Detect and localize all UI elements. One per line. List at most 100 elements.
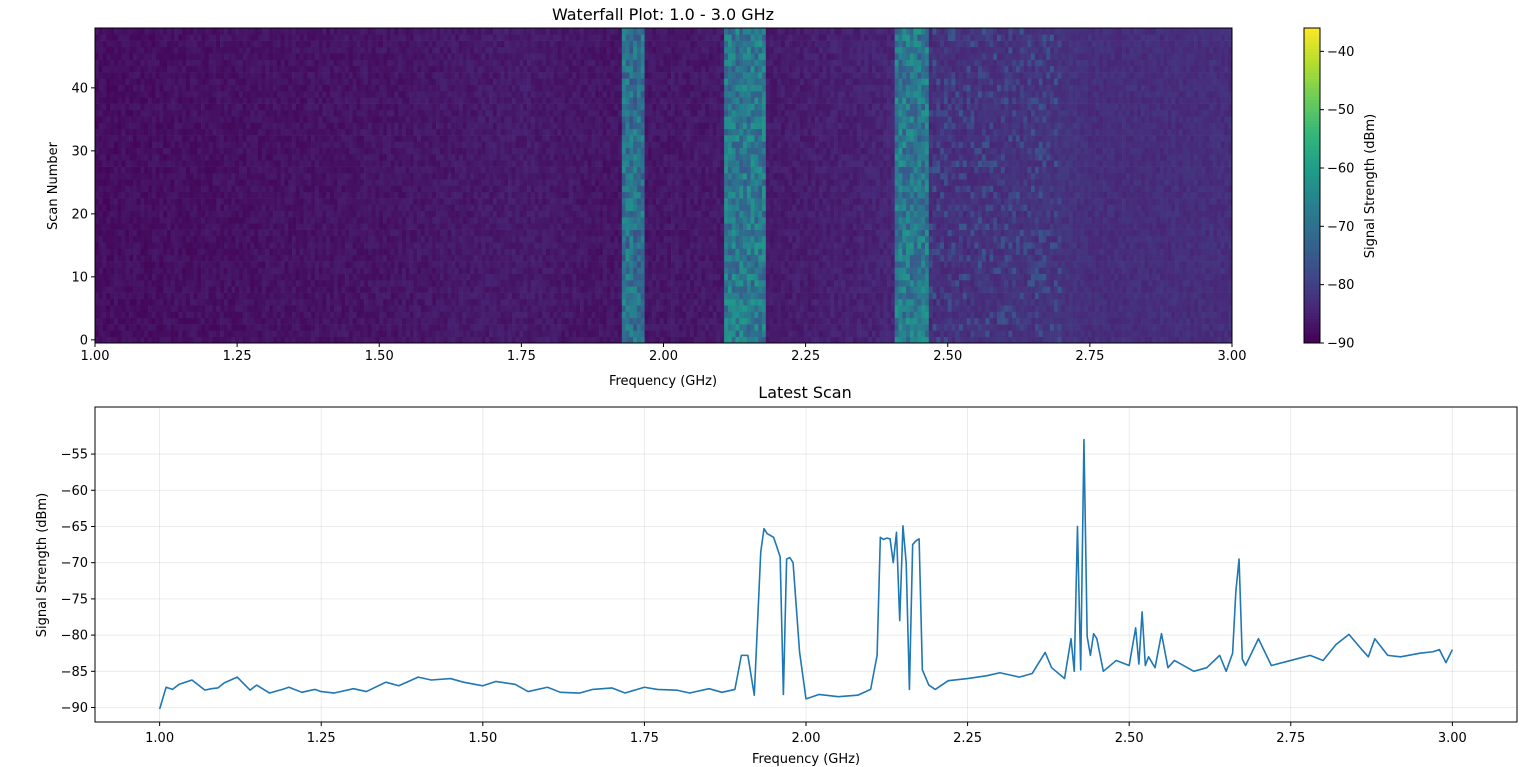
heatmap-cell: [212, 324, 216, 331]
heatmap-cell: [303, 280, 307, 287]
heatmap-cell: [868, 286, 872, 293]
heatmap-cell: [122, 255, 126, 262]
heatmap-cell: [368, 261, 372, 268]
heatmap-cell: [322, 299, 326, 306]
heatmap-cell: [512, 236, 516, 243]
heatmap-cell: [504, 255, 508, 262]
heatmap-cell: [1133, 280, 1137, 287]
heatmap-cell: [550, 293, 554, 300]
heatmap-cell: [1187, 318, 1191, 325]
heatmap-cell: [1149, 305, 1153, 312]
heatmap-cell: [701, 236, 705, 243]
heatmap-cell: [709, 249, 713, 256]
heatmap-cell: [591, 330, 595, 337]
heatmap-cell: [595, 318, 599, 325]
heatmap-cell: [747, 261, 751, 268]
heatmap-cell: [1190, 312, 1194, 319]
heatmap-cell: [682, 318, 686, 325]
heatmap-cell: [576, 324, 580, 331]
heatmap-cell: [955, 249, 959, 256]
heatmap-cell: [432, 255, 436, 262]
heatmap-cell: [129, 293, 133, 300]
heatmap-cell: [175, 255, 179, 262]
heatmap-cell: [1221, 249, 1225, 256]
heatmap-cell: [1024, 330, 1028, 337]
heatmap-cell: [512, 305, 516, 312]
heatmap-cell: [554, 242, 558, 249]
heatmap-cell: [394, 267, 398, 274]
heatmap-cell: [1190, 337, 1194, 344]
heatmap-cell: [519, 249, 523, 256]
heatmap-cell: [728, 324, 732, 331]
heatmap-cell: [470, 249, 474, 256]
heatmap-cell: [413, 255, 417, 262]
heatmap-cell: [857, 267, 861, 274]
heatmap-cell: [853, 337, 857, 344]
heatmap-cell: [205, 274, 209, 281]
heatmap-cell: [413, 337, 417, 344]
heatmap-cell: [921, 261, 925, 268]
heatmap-cell: [542, 267, 546, 274]
heatmap-cell: [300, 242, 304, 249]
heatmap-cell: [830, 242, 834, 249]
heatmap-cell: [815, 286, 819, 293]
heatmap-cell: [633, 261, 637, 268]
heatmap-cell: [1137, 255, 1141, 262]
heatmap-cell: [777, 286, 781, 293]
heatmap-cell: [1133, 242, 1137, 249]
heatmap-cell: [633, 274, 637, 281]
heatmap-cell: [171, 242, 175, 249]
heatmap-cell: [800, 249, 804, 256]
heatmap-cell: [925, 305, 929, 312]
heatmap-cell: [175, 312, 179, 319]
heatmap-cell: [1156, 267, 1160, 274]
heatmap-cell: [228, 261, 232, 268]
heatmap-cell: [125, 280, 129, 287]
heatmap-cell: [1133, 330, 1137, 337]
heatmap-cell: [595, 293, 599, 300]
heatmap-cell: [216, 280, 220, 287]
heatmap-cell: [986, 324, 990, 331]
heatmap-cell: [910, 267, 914, 274]
heatmap-cell: [175, 305, 179, 312]
heatmap-cell: [599, 305, 603, 312]
heatmap-cell: [322, 337, 326, 344]
heatmap-cell: [216, 318, 220, 325]
heatmap-cell: [209, 305, 213, 312]
heatmap-cell: [269, 312, 273, 319]
heatmap-cell: [671, 274, 675, 281]
heatmap-cell: [152, 261, 156, 268]
heatmap-cell: [330, 293, 334, 300]
heatmap-cell: [815, 312, 819, 319]
heatmap-cell: [159, 337, 163, 344]
heatmap-cell: [451, 236, 455, 243]
heatmap-cell: [1152, 261, 1156, 268]
heatmap-cell: [432, 312, 436, 319]
heatmap-cell: [732, 249, 736, 256]
heatmap-cell: [959, 274, 963, 281]
heatmap-cell: [212, 242, 216, 249]
heatmap-cell: [739, 312, 743, 319]
heatmap-cell: [1115, 286, 1119, 293]
heatmap-cell: [1209, 286, 1213, 293]
heatmap-cell: [466, 299, 470, 306]
heatmap-cell: [705, 299, 709, 306]
heatmap-cell: [455, 330, 459, 337]
heatmap-cell: [800, 261, 804, 268]
heatmap-cell: [1118, 330, 1122, 337]
heatmap-cell: [322, 267, 326, 274]
heatmap-cell: [622, 305, 626, 312]
heatmap-cell: [845, 312, 849, 319]
heatmap-cell: [478, 274, 482, 281]
heatmap-cell: [345, 324, 349, 331]
heatmap-cell: [914, 280, 918, 287]
heatmap-cell: [645, 261, 649, 268]
heatmap-cell: [330, 274, 334, 281]
heatmap-cell: [159, 274, 163, 281]
heatmap-cell: [1107, 242, 1111, 249]
heatmap-cell: [963, 318, 967, 325]
heatmap-cell: [641, 293, 645, 300]
heatmap-cell: [391, 280, 395, 287]
heatmap-cell: [595, 324, 599, 331]
heatmap-cell: [743, 286, 747, 293]
